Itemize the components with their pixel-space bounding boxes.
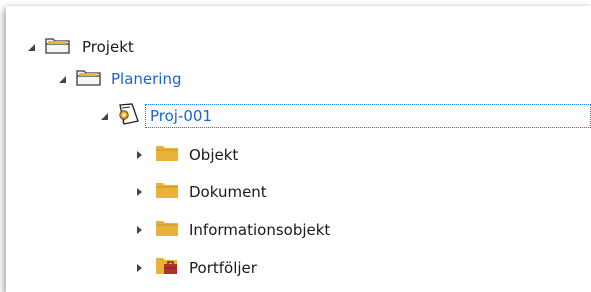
collapse-arrow-icon[interactable]: [137, 226, 142, 234]
tree-node-label[interactable]: Objekt: [189, 142, 238, 168]
expand-arrow-icon[interactable]: [28, 43, 35, 51]
folder-icon: [155, 219, 179, 241]
collapse-arrow-icon[interactable]: [137, 188, 142, 196]
collapse-arrow-icon[interactable]: [137, 151, 142, 159]
tree-node-label[interactable]: Proj-001: [145, 104, 591, 128]
tree-node-label[interactable]: Dokument: [189, 179, 267, 205]
project-document-icon: [115, 102, 141, 130]
tree-node-dokument[interactable]: Dokument: [137, 179, 267, 205]
tree-node-projekt[interactable]: Projekt: [28, 34, 134, 60]
portfolio-icon: [155, 256, 179, 280]
folder-icon: [155, 144, 179, 166]
collapse-arrow-icon[interactable]: [137, 264, 142, 272]
folder-open-icon: [44, 35, 72, 59]
tree-node-informationsobjekt[interactable]: Informationsobjekt: [137, 217, 330, 243]
tree-node-portfoljer[interactable]: Portföljer: [137, 255, 257, 281]
expand-arrow-icon[interactable]: [101, 112, 108, 120]
tree-node-planering[interactable]: Planering: [59, 66, 182, 92]
tree-panel: Projekt Planering Proj-001 Objekt Dokume…: [6, 6, 591, 292]
tree-node-label[interactable]: Portföljer: [189, 255, 257, 281]
tree-node-proj-001[interactable]: Proj-001: [101, 103, 591, 129]
folder-open-icon: [75, 67, 103, 91]
tree-node-objekt[interactable]: Objekt: [137, 142, 238, 168]
tree-node-label[interactable]: Informationsobjekt: [189, 217, 330, 243]
expand-arrow-icon[interactable]: [59, 75, 66, 83]
folder-icon: [155, 181, 179, 203]
tree-node-label[interactable]: Planering: [111, 66, 182, 92]
tree-node-label[interactable]: Projekt: [82, 34, 134, 60]
